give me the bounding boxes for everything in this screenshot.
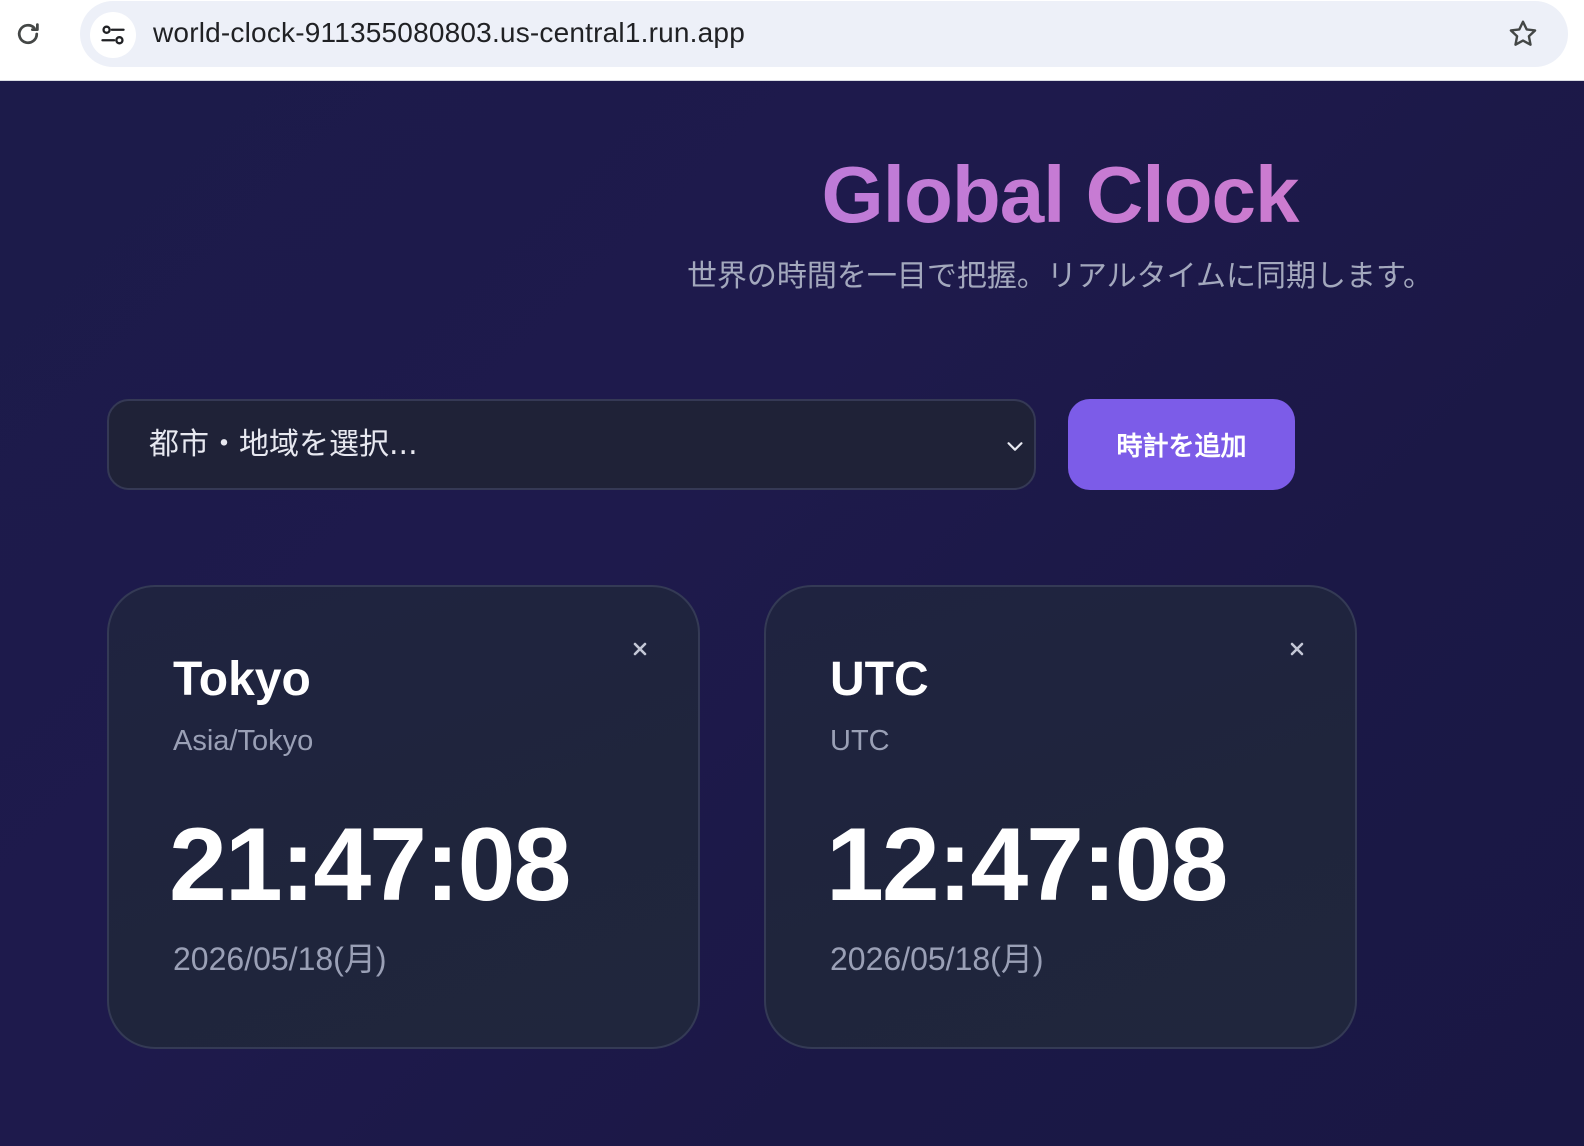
clock-date: 2026/05/18(月) xyxy=(830,941,1044,977)
site-settings-icon xyxy=(101,25,125,45)
add-clock-button[interactable]: 時計を追加 xyxy=(1068,399,1295,490)
city-select[interactable]: 都市・地域を選択... xyxy=(107,399,1036,490)
clock-date: 2026/05/18(月) xyxy=(173,941,387,977)
remove-clock-button[interactable] xyxy=(628,637,652,661)
page-title: Global Clock xyxy=(0,147,1584,243)
address-bar[interactable]: world-clock-911355080803.us-central1.run… xyxy=(80,1,1568,67)
close-icon xyxy=(633,642,647,656)
remove-clock-button[interactable] xyxy=(1285,637,1309,661)
clock-city-name: UTC xyxy=(830,653,929,706)
close-icon xyxy=(1290,642,1304,656)
site-info-button[interactable] xyxy=(90,12,136,58)
browser-toolbar: world-clock-911355080803.us-central1.run… xyxy=(0,0,1584,81)
url-text[interactable]: world-clock-911355080803.us-central1.run… xyxy=(153,17,745,49)
clock-time: 21:47:08 xyxy=(169,807,571,923)
bookmark-button[interactable] xyxy=(1504,15,1542,53)
page-subtitle: 世界の時間を一目で把握。リアルタイムに同期します。 xyxy=(686,259,1434,294)
clock-card: Tokyo Asia/Tokyo 21:47:08 2026/05/18(月) xyxy=(107,585,700,1049)
reload-button[interactable] xyxy=(10,16,46,52)
star-icon xyxy=(1509,20,1537,46)
clock-time: 12:47:08 xyxy=(826,807,1228,923)
clock-card: UTC UTC 12:47:08 2026/05/18(月) xyxy=(764,585,1357,1049)
clock-timezone: Asia/Tokyo xyxy=(173,725,314,757)
clock-city-name: Tokyo xyxy=(173,653,311,706)
clock-timezone: UTC xyxy=(830,725,890,757)
reload-icon xyxy=(17,23,39,45)
city-select-value: 都市・地域を選択... xyxy=(149,427,418,462)
chevron-down-icon xyxy=(1007,442,1023,451)
page-content: Global Clock 世界の時間を一目で把握。リアルタイムに同期します。 都… xyxy=(0,81,1584,1146)
